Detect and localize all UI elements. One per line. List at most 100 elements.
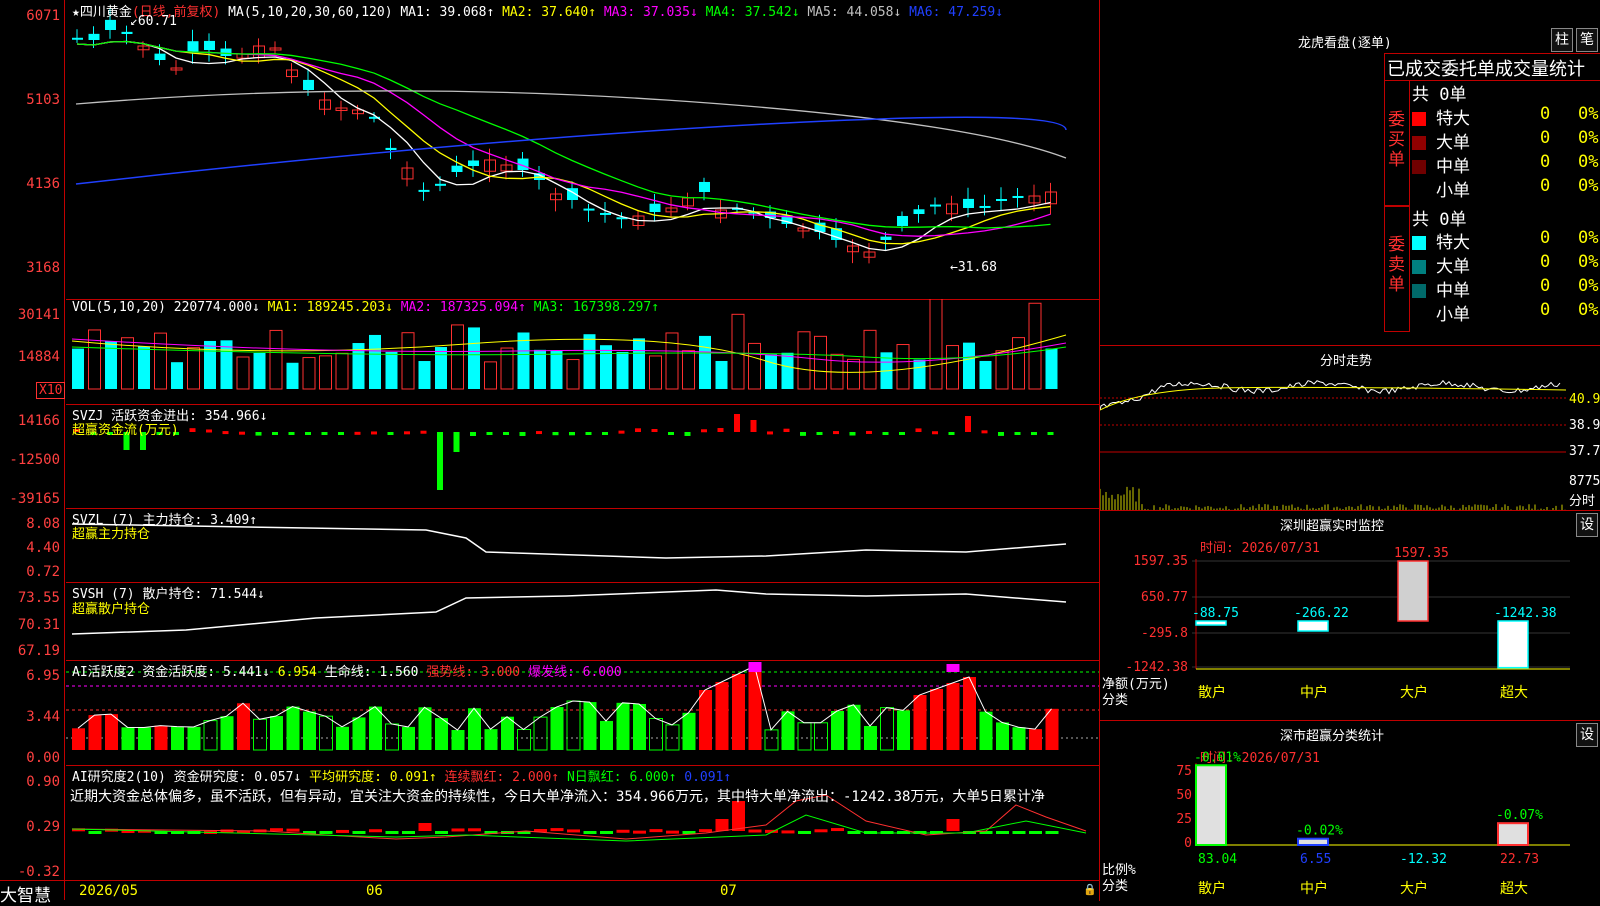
flow-bar — [222, 431, 229, 435]
ma6-value: MA6: 47.259↓ — [909, 5, 1004, 20]
vol-ma3: MA3: 167398.297↑ — [533, 300, 660, 315]
flow-bar — [915, 428, 922, 432]
vol-bar-down — [913, 359, 926, 389]
research-bar — [633, 830, 646, 834]
buy-pct: 0% — [1578, 104, 1599, 124]
activity-bar — [319, 715, 333, 751]
flow-bar — [899, 432, 905, 435]
svzj-tick-2: -12500 — [9, 452, 60, 468]
sell-name: 特大 — [1436, 233, 1470, 253]
ai-activity-header: AI活跃度2 资金活跃度: 5.441↓ 6.954 生命线: 1.560 强势… — [72, 665, 622, 680]
activity-bar — [501, 716, 514, 750]
logo[interactable]: 大智慧 — [0, 881, 51, 906]
activity-bar — [517, 728, 531, 751]
price-tick-2: 5103 — [26, 92, 60, 108]
peak-marker — [748, 662, 762, 672]
star-icon[interactable]: ★ — [72, 5, 80, 20]
activity-bar — [402, 726, 415, 750]
monitor-tick: 650.77 — [1141, 590, 1188, 605]
color-swatch-icon — [1412, 236, 1426, 250]
vol-unit-badge[interactable]: X10 — [36, 382, 66, 399]
intraday-tick-4: 8775 — [1569, 474, 1600, 489]
activity-bar — [781, 711, 795, 750]
activity-bar — [649, 717, 663, 751]
candle-down — [979, 205, 991, 208]
stats-chart[interactable]: 75 50 25 0 -0.01% 83.04 散户 -0.02% 6.55 中户 -12.32 大户… — [1100, 721, 1600, 901]
tick-mode-button[interactable]: 笔 — [1576, 28, 1598, 52]
flow-bar — [701, 429, 707, 433]
buy-row: 小单 0 0% — [1412, 176, 1600, 201]
ma-label: MA(5,10,20,30,60,120) — [228, 5, 393, 20]
research-bar — [616, 829, 630, 833]
vol-bar-down — [715, 360, 728, 389]
activity-bar — [814, 722, 828, 751]
flow-bar — [585, 432, 592, 435]
vol-bar-up — [335, 352, 349, 390]
price-tick-3: 4136 — [26, 176, 60, 192]
intraday-tick-1: 40.9 — [1569, 392, 1600, 407]
date-label-2: 06 — [366, 883, 383, 899]
vol-bar-up — [665, 332, 679, 390]
ai2-tick-3: -0.32 — [17, 864, 60, 880]
price-chart-canvas[interactable] — [66, 0, 1099, 299]
flow-bar — [1014, 432, 1021, 435]
flow-bar — [486, 432, 493, 435]
stats-value: -12.32 — [1400, 852, 1447, 867]
monitor-value: -88.75 — [1192, 606, 1239, 621]
svzl-tick-3: 0.72 — [26, 564, 60, 580]
vol-bar-down — [435, 347, 447, 389]
vol-bar-down — [72, 348, 84, 389]
vol-bar-up — [946, 345, 959, 390]
monitor-tick: -295.8 — [1141, 626, 1188, 641]
candle-down — [451, 165, 463, 172]
intraday-canvas[interactable] — [1100, 370, 1566, 510]
activity-bar — [880, 707, 894, 751]
flow-bar — [849, 432, 856, 436]
vol-bar-up — [451, 324, 464, 390]
research-bar — [781, 830, 795, 834]
low-marker: ←31.68 — [950, 260, 997, 275]
intraday-tick-2: 38.91 — [1569, 418, 1600, 433]
flow-bar — [866, 430, 872, 434]
vol-bar-up — [731, 313, 745, 390]
lhb-tab-label[interactable]: 已成交委托单成交量统计 — [1387, 55, 1585, 81]
activity-bar — [1045, 708, 1059, 750]
vol-bar-up — [566, 359, 580, 390]
flow-bar — [272, 432, 278, 435]
lock-icon[interactable]: 🔒 — [1083, 883, 1097, 896]
flow-bar — [998, 432, 1004, 436]
flow-bar — [288, 432, 295, 435]
flow-bar — [651, 429, 658, 433]
flow-bar — [750, 420, 757, 432]
research-bar — [666, 830, 679, 834]
vol-bar-down — [286, 362, 299, 389]
stats-panel[interactable]: 深市超赢分类统计 设 时间: 2026/07/31 75 50 25 0 -0.01% 8… — [1099, 720, 1600, 901]
ma-line — [76, 40, 1051, 237]
candle-down — [600, 212, 611, 215]
research-bar — [996, 831, 1009, 834]
activity-bar — [336, 726, 349, 750]
stats-change: -0.07% — [1496, 808, 1543, 823]
bar-mode-button[interactable]: 柱 — [1551, 28, 1573, 52]
activity-bar — [946, 683, 960, 750]
stock-name[interactable]: 四川黄金 — [80, 5, 132, 20]
vol-bar-down — [171, 362, 183, 389]
vol-bar-down — [204, 340, 216, 389]
activity-bar — [72, 728, 85, 750]
candle-down — [963, 198, 974, 208]
flow-bar — [255, 432, 262, 436]
activity-bar — [451, 729, 465, 750]
vol-bar-down — [963, 342, 975, 389]
monitor-chart[interactable]: 1597.35 650.77 -295.8 -1242.38 -88.75 散户 -266.… — [1100, 511, 1600, 721]
vol-bar-up — [1012, 337, 1025, 390]
research-bar — [715, 819, 729, 831]
flow-bar — [800, 432, 806, 436]
monitor-panel[interactable]: 深圳超赢实时监控 设 时间: 2026/07/31 1597.35 650.77-… — [1099, 510, 1600, 721]
buy-side-label: 委买单 — [1388, 110, 1405, 170]
flow-bar — [767, 431, 773, 435]
research-bar — [1045, 831, 1059, 834]
intraday-title: 分时走势 — [1320, 354, 1373, 369]
intraday-panel[interactable]: 分时走势 40.9 38.91 37.78 8775 分时 — [1099, 345, 1600, 511]
price-chart-panel[interactable] — [66, 0, 1099, 300]
vol-bar-down — [600, 345, 612, 389]
